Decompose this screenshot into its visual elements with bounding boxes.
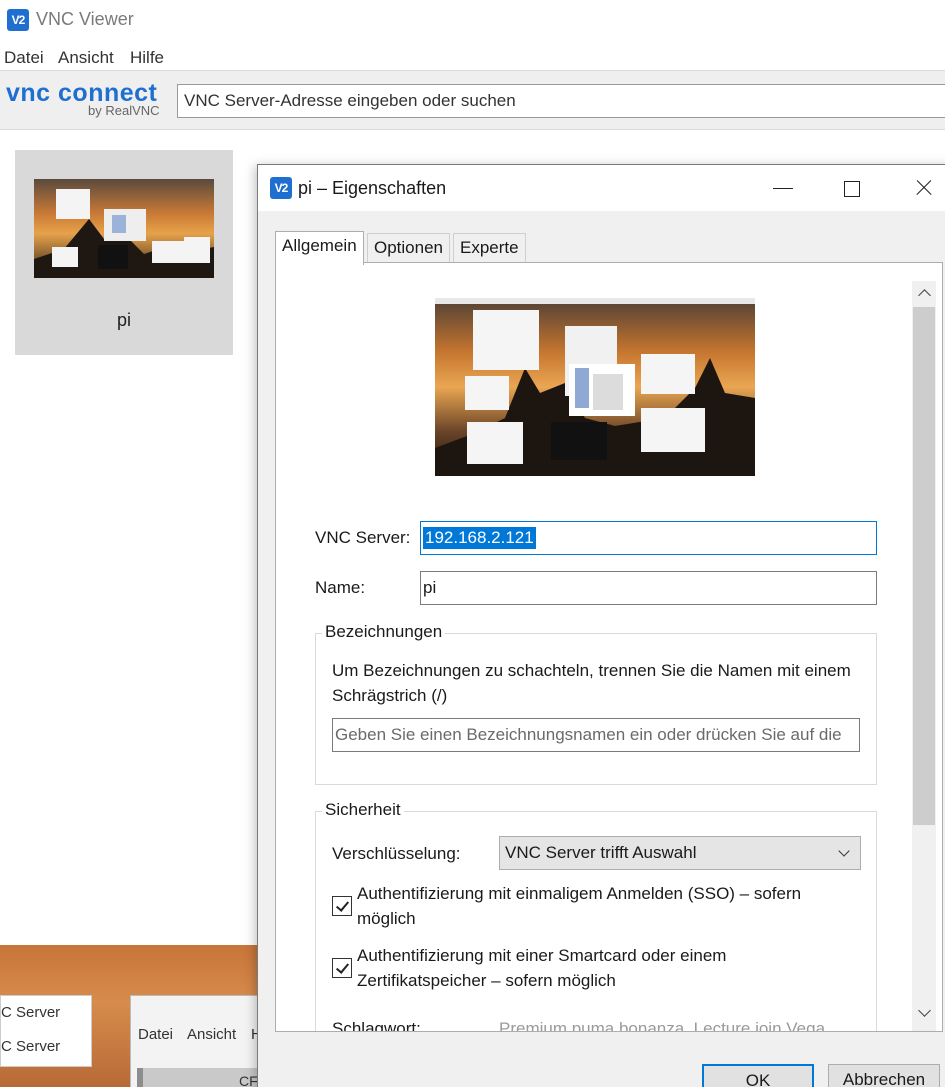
encryption-label: Verschlüsselung: [332, 844, 461, 863]
security-group: Sicherheit Verschlüsselung: VNC Server t… [315, 800, 877, 1032]
properties-dialog: V2 pi – Eigenschaften Allgemein Optionen… [257, 164, 945, 1087]
background-menu-datei: Datei [138, 1026, 174, 1043]
tab-allgemein[interactable]: Allgemein [275, 231, 364, 265]
toolbar: vnc connect by RealVNC [0, 70, 945, 130]
window-title: VNC Viewer [36, 9, 134, 29]
vertical-scrollbar[interactable] [912, 281, 936, 1031]
vnc-viewer-logo-icon: V2 [270, 177, 292, 199]
vnc-viewer-logo-icon: V2 [7, 9, 29, 31]
menu-ansicht[interactable]: Ansicht [58, 48, 114, 68]
tab-optionen[interactable]: Optionen [367, 233, 450, 263]
tab-experte[interactable]: Experte [453, 233, 526, 263]
search-input[interactable] [177, 84, 945, 118]
background-menu-ansicht: Ansicht [187, 1026, 237, 1043]
background-window: Datei Ansicht H CF [130, 995, 260, 1087]
background-bar-text: CF [239, 1073, 258, 1087]
menu-hilfe[interactable]: Hilfe [130, 48, 164, 68]
name-label: Name: [315, 578, 366, 597]
server-address-field[interactable]: 192.168.2.121 [420, 521, 877, 555]
desktop-thumbnail [34, 179, 214, 278]
chevron-down-icon [838, 837, 852, 869]
labels-group-title: Bezeichnungen [322, 622, 446, 642]
server-address-value: 192.168.2.121 [423, 527, 536, 549]
computer-tile-pi[interactable]: pi [15, 150, 233, 355]
security-group-title: Sicherheit [322, 800, 404, 820]
maximize-button[interactable] [832, 173, 872, 203]
close-button[interactable] [903, 173, 943, 203]
background-bar: CF [137, 1068, 260, 1087]
server-label: VNC Server: [315, 528, 411, 547]
labels-group: Bezeichnungen Um Bezeichnungen zu schach… [315, 622, 877, 785]
labels-description: Um Bezeichnungen zu schachteln, trennen … [332, 661, 851, 705]
label-input[interactable]: Geben Sie einen Bezeichnungsnamen ein od… [332, 718, 860, 752]
background-list-item: C Server [1, 1004, 61, 1021]
scroll-up-icon[interactable] [912, 281, 936, 305]
name-field[interactable]: pi [420, 571, 877, 605]
dialog-title: pi – Eigenschaften [298, 178, 447, 198]
brand-logo-sub: by RealVNC [88, 103, 160, 118]
catchphrase-label: Schlagwort: [332, 1019, 421, 1032]
vnc-connect-logo: vnc connect by RealVNC [6, 79, 166, 123]
minimize-button[interactable] [763, 173, 803, 203]
scrollbar-thumb[interactable] [913, 307, 935, 825]
ok-button[interactable]: OK [702, 1064, 814, 1087]
encryption-select[interactable]: VNC Server trifft Auswahl [499, 836, 861, 870]
menu-datei[interactable]: Datei [4, 48, 44, 68]
sso-label: Authentifizierung mit einmaligem Anmelde… [357, 884, 802, 928]
smartcard-label: Authentifizierung mit einer Smartcard od… [357, 946, 727, 990]
scroll-down-icon[interactable] [912, 1001, 936, 1025]
computer-name-pi: pi [116, 310, 131, 330]
background-remote-desktop: C Server C Server Datei Ansicht H CF [0, 945, 260, 1087]
dialog-title-bar: V2 pi – Eigenschaften [258, 165, 945, 211]
catchphrase-value: Premium puma bonanza. Lecture join Vega [499, 1019, 826, 1032]
background-list-panel: C Server C Server [0, 995, 92, 1067]
title-bar: V2 VNC Viewer [0, 0, 945, 40]
tab-panel-allgemein: VNC Server: 192.168.2.121 Name: pi Bezei… [275, 262, 943, 1032]
sso-checkbox[interactable] [332, 896, 352, 916]
cancel-button[interactable]: Abbrechen [828, 1064, 940, 1087]
background-list-item: C Server [1, 1038, 61, 1055]
desktop-preview-image [435, 298, 755, 476]
encryption-value: VNC Server trifft Auswahl [505, 843, 697, 862]
smartcard-checkbox[interactable] [332, 958, 352, 978]
